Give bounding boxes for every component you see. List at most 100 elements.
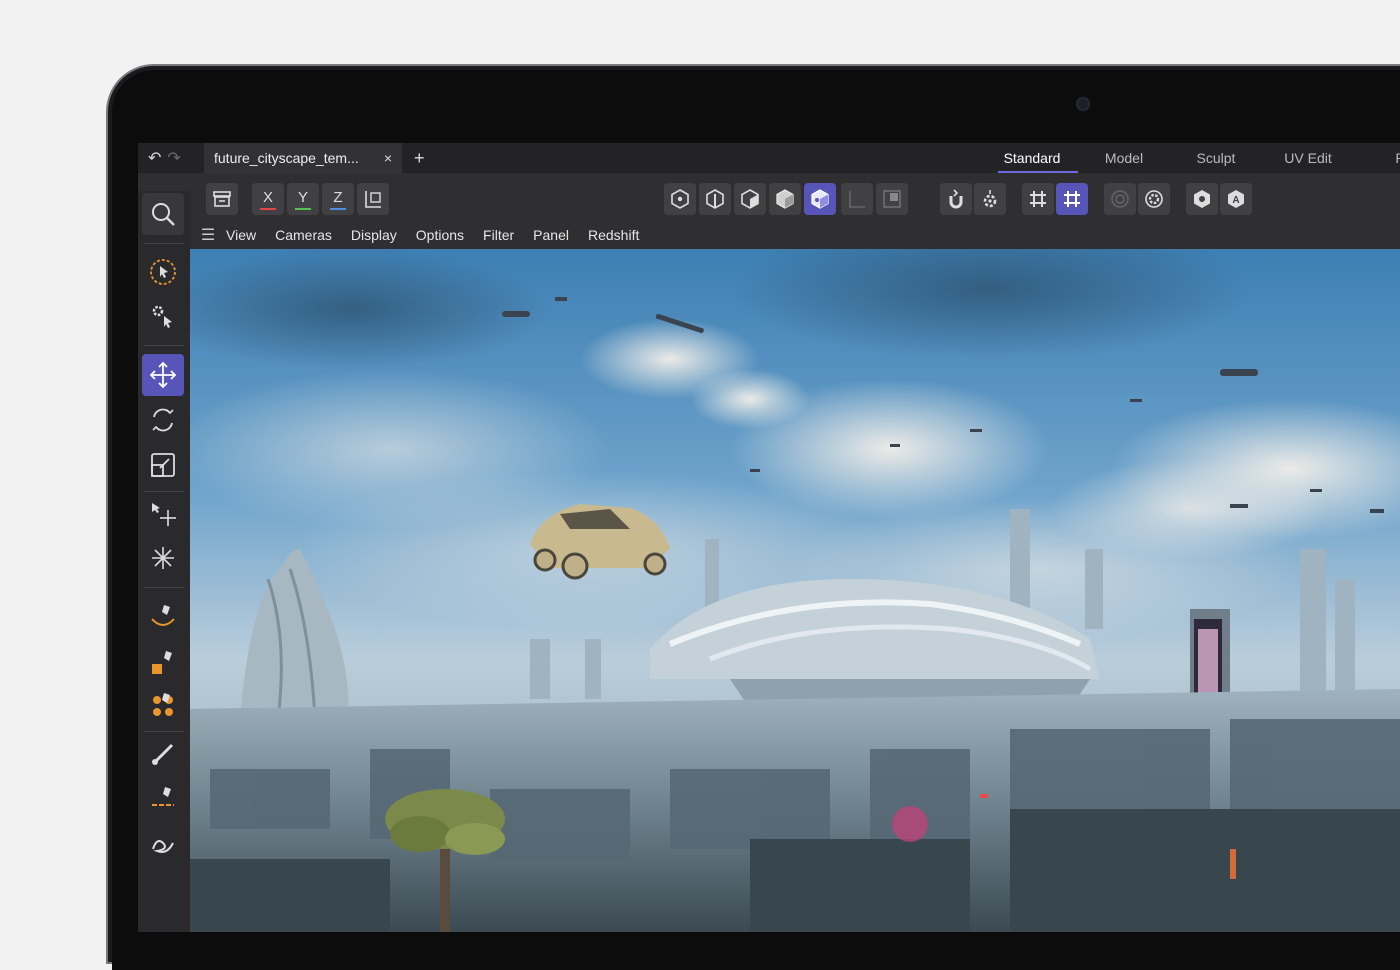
polygons-mode-button[interactable] [734,183,766,215]
menu-display[interactable]: Display [351,227,397,243]
spline-rectangle-tool[interactable] [142,641,184,683]
menu-options[interactable]: Options [416,227,464,243]
z-axis-label: Z [333,188,343,206]
edges-mode-icon [706,189,724,209]
redo-icon[interactable]: ↷ [167,148,180,168]
search-icon [152,203,175,226]
multi-transform-tool[interactable] [142,537,184,579]
object-mode-button[interactable] [804,183,836,215]
soft-selection-button[interactable] [1104,183,1136,215]
separator [144,587,184,588]
uv-mode-button[interactable] [841,183,873,215]
transform-icon [152,503,176,526]
x-axis-label: X [262,188,273,206]
render-settings-button[interactable] [1138,183,1170,215]
history-controls: ↶ ↷ [148,148,204,168]
uv-mode-icon [849,191,865,208]
multi-transform-icon [152,547,174,569]
snap-settings-button[interactable] [974,183,1006,215]
tab-bar: ↶ ↷ future_cityscape_tem... × + Standard… [138,143,1400,173]
layout-tab-model[interactable]: Model [1078,143,1170,173]
grid-snap-button[interactable] [1022,183,1054,215]
webcam [1076,97,1090,111]
magnet-icon [949,189,963,209]
points-mode-button[interactable] [664,183,696,215]
move-tool[interactable] [142,354,184,396]
document-tab[interactable]: future_cityscape_tem... × [204,143,402,173]
grid-icon [1030,191,1046,207]
new-tab-button[interactable]: + [414,148,425,169]
app-window: ↶ ↷ future_cityscape_tem... × + Standard… [138,143,1400,932]
spline-cogs-icon [153,693,173,716]
menu-panel[interactable]: Panel [533,227,569,243]
z-axis-lock-button[interactable]: Z [322,183,354,215]
coordinate-system-icon [365,191,381,208]
rotate-tool[interactable] [142,399,184,441]
cityscape-render [190,249,1400,932]
workplane-grid-button[interactable] [1056,183,1088,215]
rotate-icon [152,408,174,432]
settings-gear-icon [1145,190,1163,208]
soft-selection-icon [1111,190,1129,208]
coordinate-system-button[interactable] [357,183,389,215]
live-selection-icon [150,259,176,285]
sketch-tool[interactable] [142,821,184,863]
polygons-mode-icon [741,189,759,209]
separator [144,243,184,244]
hexagon-eye-icon [1194,190,1210,208]
snap-enable-button[interactable] [940,183,972,215]
workplane-button[interactable] [876,183,908,215]
scale-icon [151,453,175,477]
menu-filter[interactable]: Filter [483,227,514,243]
search-button[interactable] [142,193,184,235]
layout-tab-standard[interactable]: Standard [986,143,1078,173]
y-axis-underline [295,207,311,210]
menu-redshift[interactable]: Redshift [588,227,639,243]
svg-text:A: A [1232,195,1239,206]
x-axis-lock-button[interactable]: X [252,183,284,215]
archive-icon [213,191,231,207]
object-mode-icon [811,189,829,209]
3d-viewport[interactable] [190,249,1400,932]
z-axis-underline [330,207,346,210]
sketch-squiggle-icon [152,840,174,853]
spline-line-tool[interactable] [142,777,184,819]
y-axis-lock-button[interactable]: Y [287,183,319,215]
layout-tab-uv-edit[interactable]: UV Edit [1262,143,1354,173]
model-mode-button[interactable] [769,183,801,215]
menu-cameras[interactable]: Cameras [275,227,332,243]
document-tab-label: future_cityscape_tem... [214,150,359,166]
spline-rect-icon [152,651,172,674]
close-tab-icon[interactable]: × [384,150,392,166]
attributes-button[interactable]: A [1220,183,1252,215]
menu-view[interactable]: View [226,227,256,243]
model-mode-icon [776,189,794,209]
edges-mode-button[interactable] [699,183,731,215]
spline-pen-icon [151,605,175,626]
snap-gear-icon [983,190,997,208]
viewport-solo-button[interactable] [206,183,238,215]
tweak-tool[interactable] [142,295,184,337]
separator [144,345,184,346]
scale-tool[interactable] [142,444,184,486]
y-axis-label: Y [297,188,308,206]
x-axis-underline [260,207,276,210]
main-toolbar: X Y Z A [138,173,1400,221]
spline-cogwheel-tool[interactable] [142,685,184,727]
spline-arc-tool[interactable] [142,595,184,637]
viewport-menu-bar: ☰ View Cameras Display Options Filter Pa… [190,221,1400,249]
workplane-icon [883,190,901,208]
undo-icon[interactable]: ↶ [148,148,161,168]
live-selection-tool[interactable] [142,251,184,293]
transform-tool[interactable] [142,493,184,535]
hexagon-a-icon: A [1228,190,1244,208]
spline-line-icon [152,787,174,806]
hamburger-menu-icon[interactable]: ☰ [190,225,226,245]
paint-brush-tool[interactable] [142,733,184,775]
layout-tab-sculpt[interactable]: Sculpt [1170,143,1262,173]
asset-browser-button[interactable] [1186,183,1218,215]
layout-switcher: Standard Model Sculpt UV Edit P [986,143,1400,173]
layout-tab-more[interactable]: P [1354,143,1400,173]
side-toolbar [138,191,190,932]
brush-icon [152,743,174,765]
